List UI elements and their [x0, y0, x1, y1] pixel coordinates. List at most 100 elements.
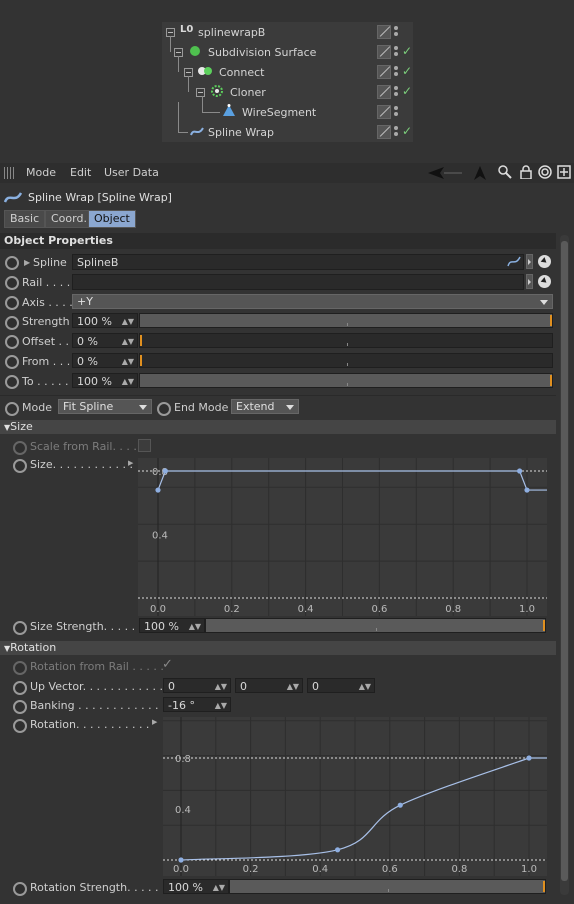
to-label: To . . . . . [22, 375, 69, 388]
object-row[interactable]: WireSegment [162, 96, 413, 122]
spline-menu-button[interactable] [526, 254, 533, 269]
axis-dropdown[interactable]: +Y [72, 294, 553, 309]
visibility-dots[interactable] [394, 106, 398, 118]
spline-knot[interactable] [397, 802, 403, 808]
enabled-check-icon[interactable]: ✓ [402, 44, 412, 58]
x-tick-label: 0.2 [243, 864, 259, 875]
menu-edit[interactable]: Edit [70, 166, 91, 179]
enabled-check-icon[interactable]: ✓ [402, 124, 412, 138]
spline-knot[interactable] [526, 755, 532, 761]
scale-from-rail-checkbox[interactable] [138, 439, 151, 452]
animate-radio[interactable] [5, 296, 19, 310]
to-input[interactable]: 100 % ▲▼ [72, 373, 138, 388]
rotation-spline-graph[interactable]: 0.0 0.2 0.4 0.6 0.8 1.0 0.4 0.8 [163, 717, 547, 876]
lock-icon[interactable] [520, 165, 532, 182]
animate-radio[interactable] [13, 621, 27, 635]
visibility-dots[interactable] [394, 46, 398, 58]
object-row[interactable]: Subdivision Surface ✓ [162, 36, 413, 62]
rotation-strength-input[interactable]: 100 % ▲▼ [163, 879, 229, 894]
new-manager-icon[interactable] [557, 165, 571, 182]
animate-radio[interactable] [5, 375, 19, 389]
up-vector-x-input[interactable]: 0 ▲▼ [163, 678, 231, 693]
rotation-from-rail-checkbox[interactable]: ✓ [162, 657, 173, 672]
size-strength-slider[interactable] [205, 618, 546, 633]
layer-flag-icon[interactable] [377, 65, 391, 79]
object-row[interactable]: Cloner ✓ [162, 76, 413, 102]
visibility-dots[interactable] [394, 126, 398, 138]
tab-basic[interactable]: Basic [4, 210, 46, 228]
strength-slider[interactable] [139, 313, 553, 328]
object-row[interactable]: Spline Wrap ✓ [162, 102, 413, 142]
animate-radio[interactable] [5, 256, 19, 270]
back-arrow-icon[interactable] [428, 166, 464, 183]
layer-flag-icon[interactable] [377, 45, 391, 59]
to-slider[interactable] [139, 373, 553, 388]
up-vector-y-input[interactable]: 0 ▲▼ [235, 678, 303, 693]
enabled-check-icon[interactable]: ✓ [402, 64, 412, 78]
banking-input[interactable]: -16 ° ▲▼ [163, 697, 231, 712]
tab-object[interactable]: Object [88, 210, 136, 228]
animate-radio[interactable] [13, 700, 27, 714]
animate-radio[interactable] [5, 276, 19, 290]
spline-knot[interactable] [524, 487, 530, 493]
visibility-dots[interactable] [394, 26, 398, 38]
size-group-header[interactable]: ▼Size [0, 420, 556, 434]
spline-label: Spline [33, 256, 67, 269]
rail-menu-button[interactable] [526, 274, 533, 289]
visibility-dots[interactable] [394, 86, 398, 98]
animate-radio[interactable] [157, 402, 171, 416]
spline-knot[interactable] [335, 847, 341, 853]
expand-arrow-icon[interactable]: ▶ [24, 258, 30, 267]
offset-slider[interactable] [139, 333, 553, 348]
animate-radio[interactable] [13, 459, 27, 473]
strength-input[interactable]: 100 % ▲▼ [72, 313, 138, 328]
layer-flag-icon[interactable] [377, 25, 391, 39]
object-row[interactable]: L0 splinewrapB [162, 22, 413, 42]
animate-radio[interactable] [13, 882, 27, 896]
expand-arrow-icon[interactable]: ▶ [152, 718, 157, 726]
spline-pick-icon[interactable] [538, 255, 551, 268]
collapse-toggle[interactable] [196, 88, 205, 97]
size-strength-input[interactable]: 100 % ▲▼ [139, 618, 205, 633]
rail-pick-icon[interactable] [538, 275, 551, 288]
rotation-group-header[interactable]: ▼Rotation [0, 641, 556, 655]
scrollbar-thumb[interactable] [561, 241, 568, 881]
enabled-check-icon[interactable]: ✓ [402, 84, 412, 98]
rotation-strength-slider[interactable] [229, 879, 546, 894]
layer-flag-icon[interactable] [377, 85, 391, 99]
spline-knot[interactable] [155, 487, 161, 493]
search-icon[interactable] [498, 165, 512, 182]
animate-radio[interactable] [5, 316, 19, 330]
animate-radio[interactable] [5, 402, 19, 416]
up-arrow-icon[interactable] [474, 166, 486, 183]
mode-label: Mode [22, 401, 52, 414]
grip-icon[interactable] [4, 167, 16, 179]
rail-link-field[interactable] [72, 274, 524, 290]
vertical-scrollbar[interactable] [560, 235, 569, 895]
menu-mode[interactable]: Mode [26, 166, 56, 179]
spline-knot[interactable] [517, 468, 523, 474]
strength-label: Strength [22, 315, 70, 328]
visibility-dots[interactable] [394, 66, 398, 78]
spline-knot[interactable] [178, 857, 184, 863]
expand-arrow-icon[interactable]: ▶ [128, 459, 133, 467]
end-mode-dropdown[interactable]: Extend [231, 399, 299, 414]
mode-dropdown[interactable]: Fit Spline [58, 399, 152, 414]
spline-link-field[interactable]: SplineB [72, 254, 524, 270]
tab-coord[interactable]: Coord. [45, 210, 93, 228]
menu-user-data[interactable]: User Data [104, 166, 159, 179]
from-input[interactable]: 0 % ▲▼ [72, 353, 138, 368]
target-icon[interactable] [538, 165, 552, 182]
layer-flag-icon[interactable] [377, 125, 391, 139]
object-row[interactable]: Connect ✓ [162, 56, 413, 82]
animate-radio[interactable] [5, 335, 19, 349]
spline-knot[interactable] [162, 468, 168, 474]
size-spline-graph[interactable]: 0.0 0.2 0.4 0.6 0.8 1.00.40.8 [138, 458, 547, 616]
animate-radio[interactable] [13, 719, 27, 733]
animate-radio[interactable] [5, 355, 19, 369]
layer-flag-icon[interactable] [377, 105, 391, 119]
from-slider[interactable] [139, 353, 553, 368]
offset-input[interactable]: 0 % ▲▼ [72, 333, 138, 348]
up-vector-z-input[interactable]: 0 ▲▼ [307, 678, 375, 693]
animate-radio[interactable] [13, 681, 27, 695]
